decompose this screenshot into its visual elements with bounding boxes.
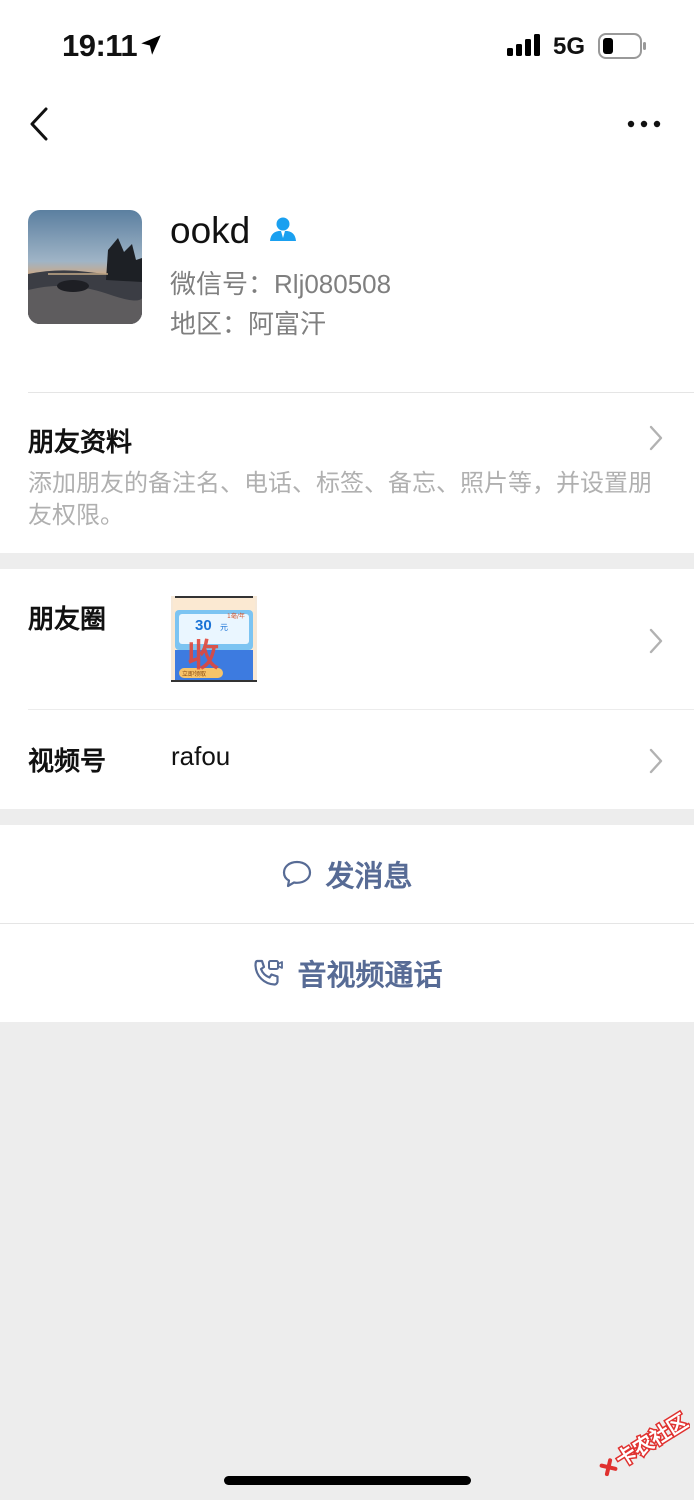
chevron-right-icon bbox=[649, 628, 663, 654]
watermark-logo: 卡农社区 bbox=[599, 1408, 690, 1477]
divider bbox=[28, 709, 694, 710]
thumb-big-char: 收 bbox=[187, 636, 219, 674]
send-message-button[interactable]: 发消息 bbox=[0, 825, 694, 923]
wechat-id-label: 微信号： bbox=[170, 269, 275, 299]
video-call-button[interactable]: 音视频通话 bbox=[0, 924, 694, 1022]
more-options-icon[interactable] bbox=[624, 112, 664, 136]
moments-thumbnail[interactable]: 30 元 1毫/年 收 立即领取 bbox=[171, 596, 257, 682]
friend-info-title: 朋友资料 bbox=[28, 427, 133, 457]
region-value: 阿富汗 bbox=[248, 309, 327, 339]
status-bar: 19:11 5G bbox=[0, 0, 694, 92]
thumb-button-text: 立即领取 bbox=[182, 670, 206, 678]
chevron-right-icon bbox=[649, 748, 663, 774]
status-time: 19:11 bbox=[62, 28, 138, 63]
send-message-label: 发消息 bbox=[325, 861, 413, 893]
thumb-tag: 1毫/年 bbox=[227, 612, 245, 620]
watermark-text: 卡农社区 bbox=[611, 1409, 690, 1472]
phone-video-icon bbox=[254, 959, 284, 986]
video-call-label: 音视频通话 bbox=[297, 960, 443, 992]
nickname: ookd bbox=[170, 210, 251, 251]
moments-label: 朋友圈 bbox=[28, 604, 107, 634]
battery-icon bbox=[598, 33, 646, 59]
nav-bar bbox=[0, 92, 694, 172]
friend-info-row[interactable]: 朋友资料 添加朋友的备注名、电话、标签、备忘、照片等，并设置朋友权限。 bbox=[0, 392, 694, 553]
home-indicator[interactable] bbox=[224, 1476, 471, 1485]
back-chevron-icon[interactable] bbox=[22, 106, 58, 142]
friend-info-description: 添加朋友的备注名、电话、标签、备忘、照片等，并设置朋友权限。 bbox=[28, 470, 652, 529]
location-arrow-icon bbox=[141, 35, 161, 55]
cellular-signal-icon bbox=[507, 34, 540, 56]
channels-label: 视频号 bbox=[28, 746, 107, 776]
thumb-unit: 元 bbox=[220, 623, 228, 632]
region: 地区：阿富汗 bbox=[170, 304, 326, 341]
chat-bubble-icon bbox=[283, 860, 312, 888]
chevron-right-icon bbox=[649, 425, 663, 451]
wechat-id: 微信号：Rlj080508 bbox=[170, 264, 391, 301]
channels-value[interactable]: rafou bbox=[171, 741, 230, 772]
wechat-id-value: Rlj080508 bbox=[274, 269, 392, 299]
avatar[interactable] bbox=[28, 210, 142, 324]
profile-header: ookd 微信号：Rlj080508 地区：阿富汗 bbox=[0, 172, 694, 392]
thumb-amount: 30 bbox=[195, 617, 212, 634]
divider bbox=[28, 392, 694, 393]
moments-channels-section: 朋友圈 30 元 1毫/年 收 立即领取 视频号 rafou bbox=[0, 569, 694, 809]
network-type: 5G bbox=[553, 33, 586, 60]
contact-person-icon bbox=[270, 217, 296, 241]
region-label: 地区： bbox=[170, 309, 249, 339]
